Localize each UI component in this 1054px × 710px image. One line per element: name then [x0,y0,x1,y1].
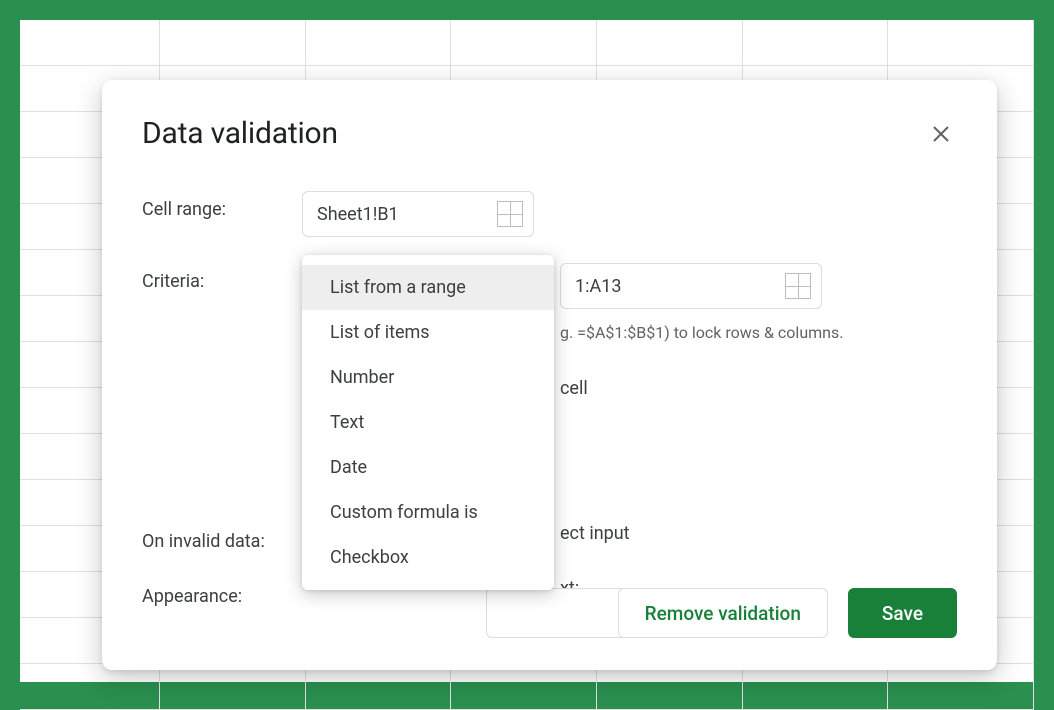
criteria-range-input[interactable]: 1:A13 [560,263,822,309]
cell-range-row: Cell range: Sheet1!B1 [142,191,957,237]
save-button[interactable]: Save [848,588,957,638]
dialog-title: Data validation [142,116,338,151]
app-frame: Data validation Cell range: Sheet1!B1 Cr… [20,20,1034,682]
cell-range-label: Cell range: [142,191,302,220]
data-validation-dialog: Data validation Cell range: Sheet1!B1 Cr… [102,80,997,670]
obscured-dropdown-in-cell-fragment: cell [560,366,957,413]
range-hint-fragment: g. =$A$1:$B$1) to lock rows & columns. [560,323,957,342]
dialog-footer: Remove validation Save [618,588,957,638]
obscured-cancel-button[interactable] [486,588,626,638]
dialog-header: Data validation [142,116,957,151]
grid-picker-icon[interactable] [785,273,811,299]
criteria-option-custom-formula[interactable]: Custom formula is [302,490,554,535]
on-invalid-label: On invalid data: [142,523,302,552]
appearance-label: Appearance: [142,578,302,607]
criteria-option-number[interactable]: Number [302,355,554,400]
criteria-option-date[interactable]: Date [302,445,554,490]
close-icon [931,124,951,144]
criteria-option-text[interactable]: Text [302,400,554,445]
criteria-range-value-fragment: 1:A13 [575,276,777,297]
criteria-row: Criteria: 1:A13 g. =$A$1:$B$1) to lock r… [142,263,957,413]
cell-range-input[interactable]: Sheet1!B1 [302,191,534,237]
criteria-option-checkbox[interactable]: Checkbox [302,535,554,580]
remove-validation-button[interactable]: Remove validation [618,588,828,638]
criteria-label: Criteria: [142,263,302,292]
criteria-dropdown[interactable]: List from a range List of items Number T… [302,255,554,590]
criteria-option-list-of-items[interactable]: List of items [302,310,554,355]
criteria-option-list-from-range[interactable]: List from a range [302,265,554,310]
grid-picker-icon[interactable] [497,201,523,227]
obscured-reject-input-fragment: ect input [560,523,957,544]
close-button[interactable] [925,118,957,150]
cell-range-value: Sheet1!B1 [317,204,489,225]
